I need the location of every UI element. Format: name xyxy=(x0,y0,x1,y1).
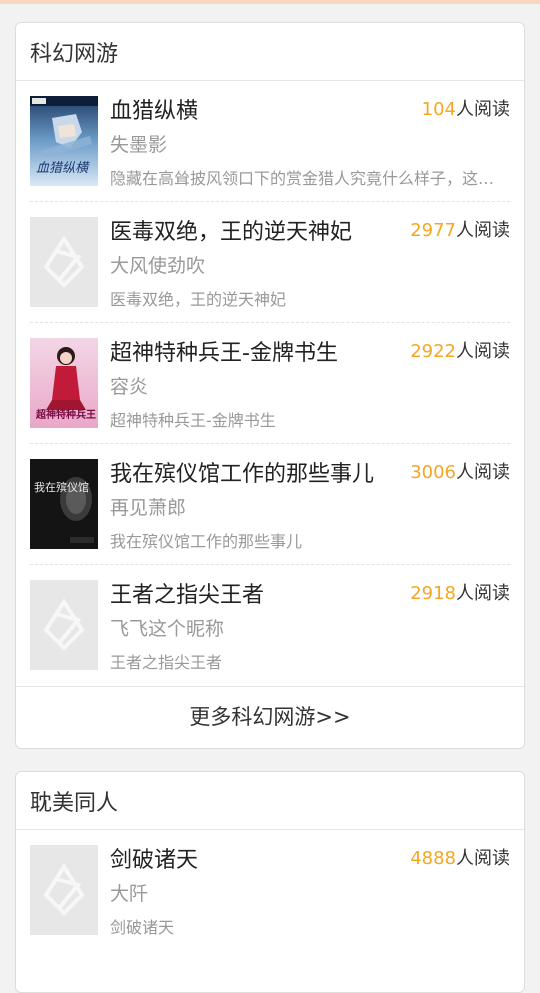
book-description: 隐藏在高耸披风领口下的赏金猎人究竟什么样子，这里会讲述一段热血冒险的故事 xyxy=(110,169,508,188)
book-cover[interactable] xyxy=(30,845,98,935)
book-description: 我在殡仪馆工作的那些事儿 xyxy=(110,532,303,551)
book-cover[interactable] xyxy=(30,217,98,307)
book-list: 血猎纵横 血猎纵横 104人阅读 失墨影 隐藏在高耸披风领口下的赏金猎人究竟什么… xyxy=(16,81,524,686)
book-item[interactable]: 王者之指尖王者 2918人阅读 飞飞这个昵称 王者之指尖王者 xyxy=(30,565,510,686)
book-item[interactable]: 我在殡仪馆 我在殡仪馆工作的那些事儿 3006人阅读 再见萧郎 我在殡仪馆工作的… xyxy=(30,444,510,565)
book-item[interactable]: 剑破诸天 4888人阅读 大阡 剑破诸天 xyxy=(30,830,510,951)
read-count: 2922人阅读 xyxy=(410,341,510,362)
book-title[interactable]: 医毒双绝，王的逆天神妃 xyxy=(110,214,352,246)
placeholder-logo-icon xyxy=(30,217,98,307)
read-count: 4888人阅读 xyxy=(410,848,510,869)
read-count: 2977人阅读 xyxy=(410,220,510,241)
book-author: 大风使劲吹 xyxy=(110,255,206,277)
read-count: 2918人阅读 xyxy=(410,583,510,604)
book-title[interactable]: 剑破诸天 xyxy=(110,842,198,874)
book-title[interactable]: 王者之指尖王者 xyxy=(110,577,264,609)
svg-text:超神特种兵王: 超神特种兵王 xyxy=(35,408,96,421)
placeholder-logo-icon xyxy=(30,845,98,935)
book-item[interactable]: 血猎纵横 血猎纵横 104人阅读 失墨影 隐藏在高耸披风领口下的赏金猎人究竟什么… xyxy=(30,81,510,202)
svg-text:我在殡仪馆: 我在殡仪馆 xyxy=(34,480,89,494)
book-title[interactable]: 血猎纵横 xyxy=(110,93,198,125)
read-count: 104人阅读 xyxy=(421,99,510,120)
placeholder-logo-icon xyxy=(30,580,98,670)
book-description: 剑破诸天 xyxy=(110,918,175,937)
book-item[interactable]: 超神特种兵王 超神特种兵王-金牌书生 2922人阅读 容炎 超神特种兵王-金牌书… xyxy=(30,323,510,444)
section-title: 科幻网游 xyxy=(16,23,524,81)
book-cover[interactable]: 血猎纵横 xyxy=(30,96,98,186)
book-list: 剑破诸天 4888人阅读 大阡 剑破诸天 xyxy=(16,830,524,951)
read-count: 3006人阅读 xyxy=(410,462,510,483)
book-description: 医毒双绝，王的逆天神妃 xyxy=(110,290,287,309)
more-link-button[interactable]: 更多科幻网游>> xyxy=(16,686,524,745)
svg-text:血猎纵横: 血猎纵横 xyxy=(36,161,90,176)
section-title: 耽美同人 xyxy=(16,772,524,830)
book-author: 再见萧郎 xyxy=(110,497,187,519)
book-description: 王者之指尖王者 xyxy=(110,653,223,672)
book-title[interactable]: 超神特种兵王-金牌书生 xyxy=(110,335,338,367)
book-description: 超神特种兵王-金牌书生 xyxy=(110,411,276,430)
book-author: 飞飞这个昵称 xyxy=(110,618,225,640)
book-title[interactable]: 我在殡仪馆工作的那些事儿 xyxy=(110,456,374,488)
book-author: 大阡 xyxy=(110,883,149,905)
book-author: 容炎 xyxy=(110,376,149,398)
category-card-scifi: 科幻网游 血猎纵横 血猎纵横 104人阅读 失墨影 隐藏在高耸披风领口下的赏金猎… xyxy=(15,22,525,749)
dark-horror-cover-art: 我在殡仪馆 xyxy=(30,459,98,549)
book-cover[interactable]: 超神特种兵王 xyxy=(30,338,98,428)
book-item[interactable]: 医毒双绝，王的逆天神妃 2977人阅读 大风使劲吹 医毒双绝，王的逆天神妃 xyxy=(30,202,510,323)
book-cover[interactable] xyxy=(30,580,98,670)
top-accent-strip xyxy=(0,0,540,4)
book-cover[interactable]: 我在殡仪馆 xyxy=(30,459,98,549)
anime-warrior-cover-art: 血猎纵横 xyxy=(30,96,98,186)
girl-in-red-cover-art: 超神特种兵王 xyxy=(30,338,98,428)
book-author: 失墨影 xyxy=(110,134,168,156)
